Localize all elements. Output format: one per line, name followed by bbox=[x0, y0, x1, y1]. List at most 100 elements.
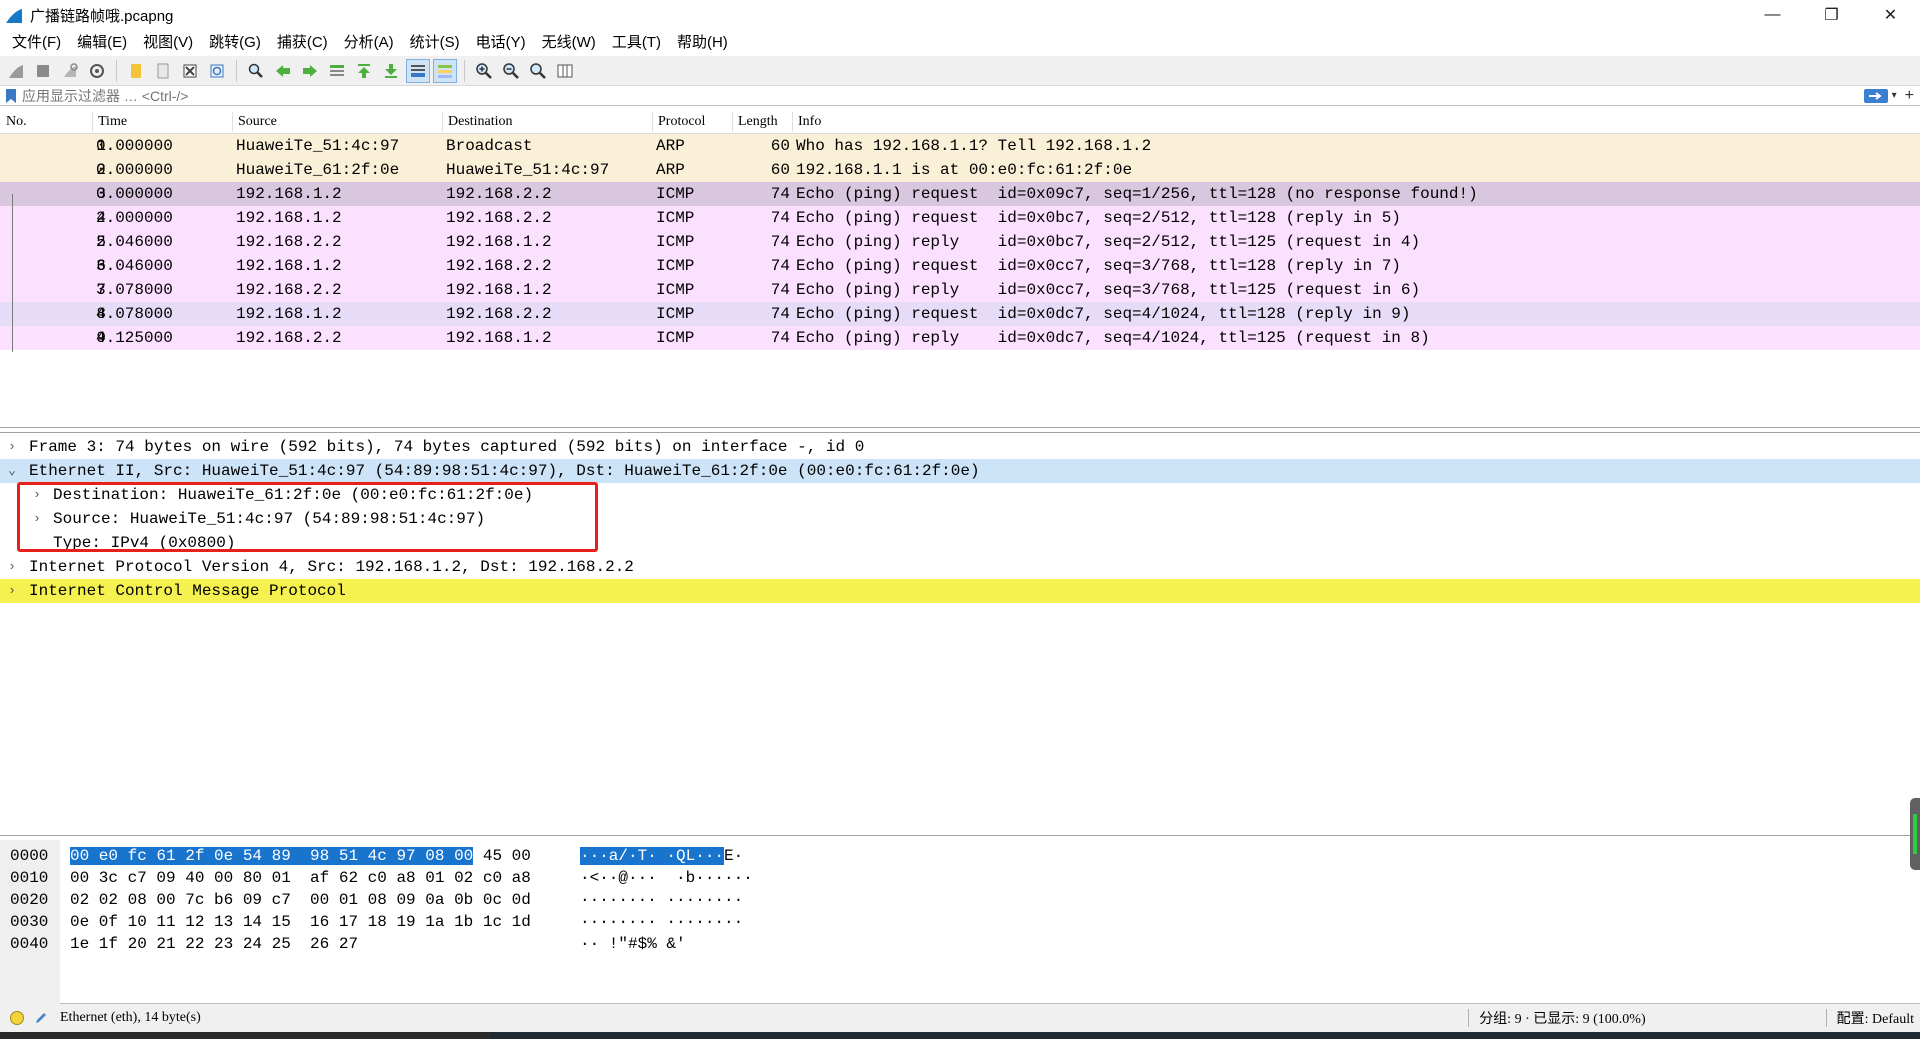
zoom-reset-icon[interactable] bbox=[526, 59, 550, 83]
reload-file-icon[interactable] bbox=[205, 59, 229, 83]
status-bar: Ethernet (eth), 14 byte(s) 分组: 9 · 已显示: … bbox=[0, 1004, 1920, 1032]
packet-source: 192.168.2.2 bbox=[236, 281, 342, 299]
window-title: 广播链路帧哦.pcapng bbox=[30, 7, 174, 25]
packet-list-header: No. Time Source Destination Protocol Len… bbox=[0, 110, 1920, 134]
restart-capture-icon[interactable] bbox=[58, 59, 82, 83]
apply-filter-button[interactable] bbox=[1863, 88, 1888, 103]
go-back-icon[interactable] bbox=[271, 59, 295, 83]
col-header-destination[interactable]: Destination bbox=[448, 114, 513, 130]
detail-ethernet-row[interactable]: ⌄ Ethernet II, Src: HuaweiTe_51:4c:97 (5… bbox=[0, 459, 1920, 483]
go-first-icon[interactable] bbox=[352, 59, 376, 83]
hex-line[interactable]: 1e 1f 20 21 22 23 24 25 26 27 bbox=[70, 933, 358, 955]
col-header-protocol[interactable]: Protocol bbox=[658, 114, 705, 130]
menu-file[interactable]: 文件(F) bbox=[4, 30, 69, 56]
packet-time: 4.078000 bbox=[96, 305, 173, 323]
edit-comment-icon[interactable] bbox=[34, 1011, 48, 1025]
packet-row[interactable]: 7 3.078000 192.168.2.2 192.168.1.2 ICMP … bbox=[0, 278, 1920, 302]
hex-selected-bytes[interactable]: 00 e0 fc 61 2f 0e 54 89 98 51 4c 97 08 0… bbox=[70, 847, 474, 865]
packet-row[interactable]: 4 2.000000 192.168.1.2 192.168.2.2 ICMP … bbox=[0, 206, 1920, 230]
menu-tools[interactable]: 工具(T) bbox=[604, 30, 669, 56]
col-header-no[interactable]: No. bbox=[6, 114, 27, 130]
status-profile[interactable]: 配置: Default bbox=[1837, 1008, 1914, 1028]
zoom-in-icon[interactable] bbox=[472, 59, 496, 83]
display-filter-bar: ▾ + bbox=[0, 86, 1920, 106]
open-file-icon[interactable] bbox=[124, 59, 148, 83]
go-to-packet-icon[interactable] bbox=[325, 59, 349, 83]
menu-edit[interactable]: 编辑(E) bbox=[69, 30, 135, 56]
close-file-icon[interactable] bbox=[178, 59, 202, 83]
expert-info-icon[interactable] bbox=[10, 1011, 24, 1025]
related-packet-bracket bbox=[12, 194, 13, 352]
auto-scroll-icon[interactable] bbox=[406, 58, 430, 83]
expand-arrow-icon[interactable]: › bbox=[6, 435, 18, 459]
hex-line[interactable]: 0e 0f 10 11 12 13 14 15 16 17 18 19 1a 1… bbox=[70, 911, 531, 933]
col-header-source[interactable]: Source bbox=[238, 114, 277, 130]
ascii-line[interactable]: ········ ········ bbox=[580, 889, 743, 911]
hex-offset: 0030 bbox=[10, 913, 49, 931]
hex-line[interactable]: 02 02 08 00 7c b6 09 c7 00 01 08 09 0a 0… bbox=[70, 889, 531, 911]
packet-row[interactable]: 5 2.046000 192.168.2.2 192.168.1.2 ICMP … bbox=[0, 230, 1920, 254]
packet-bytes: 0000 0010 0020 0030 0040 00 e0 fc 61 2f … bbox=[0, 840, 1920, 1004]
ascii-line[interactable]: ·· !"#$% &' bbox=[580, 933, 686, 955]
side-scroll-handle[interactable] bbox=[1910, 798, 1920, 870]
ascii-line[interactable]: ·<··@··· ·b······ bbox=[580, 867, 753, 889]
colorize-icon[interactable] bbox=[433, 58, 457, 83]
detail-ip-row[interactable]: › Internet Protocol Version 4, Src: 192.… bbox=[0, 555, 1920, 579]
menu-capture[interactable]: 捕获(C) bbox=[269, 30, 336, 56]
col-header-info[interactable]: Info bbox=[798, 114, 821, 130]
menu-go[interactable]: 跳转(G) bbox=[201, 30, 269, 56]
packet-protocol: ARP bbox=[656, 137, 685, 155]
menu-analyze[interactable]: 分析(A) bbox=[336, 30, 402, 56]
close-button[interactable]: ✕ bbox=[1861, 0, 1920, 30]
packet-source: HuaweiTe_51:4c:97 bbox=[236, 137, 400, 155]
maximize-button[interactable]: ❐ bbox=[1802, 0, 1861, 30]
packet-length: 74 bbox=[770, 281, 790, 299]
menu-telephony[interactable]: 电话(Y) bbox=[468, 30, 534, 56]
add-filter-button-icon[interactable]: + bbox=[1905, 87, 1914, 105]
packet-row[interactable]: 6 3.046000 192.168.1.2 192.168.2.2 ICMP … bbox=[0, 254, 1920, 278]
hex-offset: 0020 bbox=[10, 891, 49, 909]
zoom-out-icon[interactable] bbox=[499, 59, 523, 83]
packet-row-selected[interactable]: 3 0.000000 192.168.1.2 192.168.2.2 ICMP … bbox=[0, 182, 1920, 206]
filter-history-dropdown-icon[interactable]: ▾ bbox=[1892, 90, 1897, 101]
wireshark-fin-icon bbox=[6, 9, 22, 23]
expand-arrow-icon[interactable]: › bbox=[6, 579, 18, 603]
hex-line[interactable]: 00 3c c7 09 40 00 80 01 af 62 c0 a8 01 0… bbox=[70, 867, 531, 889]
resize-columns-icon[interactable] bbox=[553, 59, 577, 83]
find-packet-icon[interactable] bbox=[244, 59, 268, 83]
collapse-arrow-icon[interactable]: ⌄ bbox=[6, 459, 18, 483]
menu-wireless[interactable]: 无线(W) bbox=[534, 30, 604, 56]
display-filter-input[interactable] bbox=[22, 86, 1864, 105]
packet-row[interactable]: 1 0.000000 HuaweiTe_51:4c:97 Broadcast A… bbox=[0, 134, 1920, 158]
ascii-selected[interactable]: ···a/·T· ·QL··· bbox=[580, 847, 725, 865]
packet-row[interactable]: 9 4.125000 192.168.2.2 192.168.1.2 ICMP … bbox=[0, 326, 1920, 350]
go-forward-icon[interactable] bbox=[298, 59, 322, 83]
hex-bytes[interactable]: 45 00 bbox=[473, 847, 531, 865]
menu-help[interactable]: 帮助(H) bbox=[669, 30, 736, 56]
hex-offset: 0000 bbox=[10, 847, 49, 865]
packet-row[interactable]: 2 0.000000 HuaweiTe_61:2f:0e HuaweiTe_51… bbox=[0, 158, 1920, 182]
filter-bookmark-icon[interactable] bbox=[4, 88, 18, 104]
start-capture-icon[interactable] bbox=[4, 59, 28, 83]
title-bar: 广播链路帧哦.pcapng — ❐ ✕ bbox=[0, 0, 1920, 30]
col-header-time[interactable]: Time bbox=[98, 114, 127, 130]
detail-frame-row[interactable]: › Frame 3: 74 bytes on wire (592 bits), … bbox=[0, 435, 1920, 459]
stop-capture-icon[interactable] bbox=[31, 59, 55, 83]
packet-destination: 192.168.1.2 bbox=[446, 281, 552, 299]
minimize-button[interactable]: — bbox=[1743, 0, 1802, 30]
menu-statistics[interactable]: 统计(S) bbox=[402, 30, 468, 56]
detail-icmp-row[interactable]: › Internet Control Message Protocol bbox=[0, 579, 1920, 603]
save-file-icon[interactable] bbox=[151, 59, 175, 83]
hex-line[interactable]: 00 e0 fc 61 2f 0e 54 89 98 51 4c 97 08 0… bbox=[70, 845, 531, 867]
packet-row[interactable]: 8 4.078000 192.168.1.2 192.168.2.2 ICMP … bbox=[0, 302, 1920, 326]
menu-view[interactable]: 视图(V) bbox=[135, 30, 201, 56]
go-last-icon[interactable] bbox=[379, 59, 403, 83]
expand-arrow-icon[interactable]: › bbox=[6, 555, 18, 579]
ascii-line[interactable]: ···a/·T· ·QL···E· bbox=[580, 845, 743, 867]
capture-options-icon[interactable] bbox=[85, 59, 109, 83]
ascii-text[interactable]: E· bbox=[724, 847, 743, 865]
packet-protocol: ARP bbox=[656, 161, 685, 179]
col-header-length[interactable]: Length bbox=[738, 114, 778, 130]
ascii-line[interactable]: ········ ········ bbox=[580, 911, 743, 933]
packet-time: 3.046000 bbox=[96, 257, 173, 275]
